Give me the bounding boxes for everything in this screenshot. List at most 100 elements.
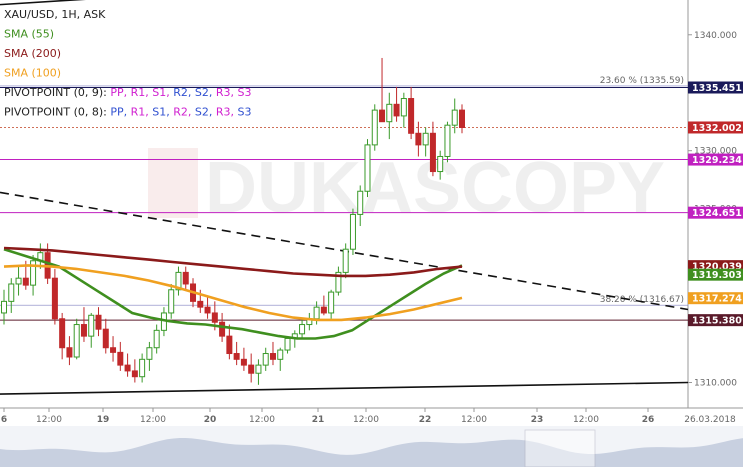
- watermark-logo: [148, 148, 198, 218]
- pivot-row: PIVOTPOINT (0, 9): PP, R1, S1, R2, S2, R…: [4, 86, 251, 99]
- candle-body: [255, 364, 262, 374]
- pivot-item: S3: [238, 106, 252, 119]
- candle-body: [459, 109, 465, 129]
- pivot-item: S3: [238, 86, 252, 99]
- x-tick-label: 21: [312, 415, 325, 425]
- pivot-item: S1,: [152, 106, 173, 119]
- x-tick-label: 26: [642, 415, 655, 425]
- sma200-line: [3, 246, 463, 278]
- candle-body: [444, 124, 451, 157]
- x-tick-label: 12:00: [140, 415, 166, 425]
- price-badge-label: 1315.380: [692, 316, 742, 327]
- x-axis: 6 12:00 19 12:00 20 12:00 21 12:00 22 12:00 23 12:0…: [1, 408, 736, 425]
- candle-body: [8, 283, 15, 302]
- candle-body: [226, 335, 233, 355]
- pivot-row: PIVOTPOINT (0, 8): PP, R1, S1, R2, S2, R…: [4, 106, 251, 119]
- pivot-prefix: PIVOTPOINT (0, 8):: [4, 106, 110, 119]
- candle-body: [197, 300, 204, 308]
- candle-body: [400, 98, 407, 117]
- pivot-item: R3,: [216, 86, 238, 99]
- candle-body: [277, 349, 284, 360]
- x-tick-label: 12:00: [573, 415, 599, 425]
- candle-body: [386, 103, 393, 123]
- candle-body: [15, 277, 22, 285]
- candle-body: [139, 358, 146, 378]
- candle-body: [59, 318, 66, 349]
- price-badge-label: 1324.651: [692, 208, 742, 219]
- chart-container: DUKASCOPY 23.60 % (1335.59) 38.20 % (1316…: [0, 0, 743, 467]
- y-tick-label: 1310.000: [694, 379, 737, 389]
- candle-body: [342, 248, 349, 273]
- pivot-item: R2,: [173, 86, 195, 99]
- candle-body: [422, 132, 429, 146]
- candle-body: [240, 358, 247, 366]
- candle-body: [73, 324, 80, 358]
- indicator-label: SMA (100): [4, 67, 61, 80]
- pivot-item: R1,: [131, 106, 153, 119]
- legend: XAU/USD, 1H, ASK SMA (55) SMA (200) SMA (10…: [4, 8, 251, 119]
- candle-body: [262, 353, 269, 366]
- pivot-item: PP,: [110, 86, 130, 99]
- candle-body: [299, 324, 306, 335]
- candle-body: [451, 109, 458, 126]
- x-tick-label: 26.03.2018: [684, 415, 736, 425]
- candle-body: [204, 306, 211, 314]
- candle-body: [117, 351, 124, 366]
- candle-body: [349, 213, 356, 250]
- x-tick-label: 12:00: [249, 415, 275, 425]
- x-tick-label: 19: [97, 415, 110, 425]
- candle-body: [146, 347, 153, 360]
- candle-body: [66, 347, 73, 358]
- navigator-window: [524, 429, 596, 467]
- pivot-item: R2,: [173, 106, 195, 119]
- candle-body: [371, 109, 378, 146]
- candle-body: [211, 312, 218, 323]
- pivot-item: S1,: [152, 86, 173, 99]
- pivot-item: R3,: [216, 106, 238, 119]
- pivot-item: R1,: [131, 86, 153, 99]
- pivot-prefix: PIVOTPOINT (0, 9):: [4, 86, 110, 99]
- candle-body: [233, 353, 240, 360]
- x-tick-label: 12:00: [36, 415, 62, 425]
- candle-body: [153, 329, 160, 349]
- price-chart[interactable]: DUKASCOPY 23.60 % (1335.59)38.20 % (1316…: [0, 0, 743, 467]
- candle-body: [364, 144, 371, 192]
- candle-body: [328, 291, 335, 314]
- candle-body: [95, 314, 102, 330]
- candle-body: [22, 277, 29, 286]
- x-tick-label: 12:00: [353, 415, 379, 425]
- price-badge-label: 1317.274: [692, 294, 742, 305]
- candle-body: [408, 98, 415, 134]
- candle-body: [131, 370, 138, 378]
- candle-body: [320, 306, 327, 314]
- indicator-label: SMA (55): [4, 28, 54, 41]
- candle-body: [80, 324, 87, 337]
- price-badge-label: 1319.303: [692, 270, 742, 281]
- top-trendline: [0, 0, 87, 6]
- candle-body: [124, 364, 131, 372]
- pivot-item: PP,: [110, 106, 130, 119]
- price-badge-label: 1335.451: [692, 83, 742, 94]
- pivot-item: S2,: [195, 106, 216, 119]
- navigator-strip[interactable]: [0, 426, 743, 467]
- candle-body: [313, 306, 320, 320]
- candle-body: [415, 132, 422, 146]
- candle-body: [393, 103, 400, 117]
- chart-title: XAU/USD, 1H, ASK: [4, 8, 106, 21]
- candle-body: [284, 337, 291, 351]
- y-tick-label: 1340.000: [694, 31, 737, 41]
- watermark-mark: [148, 148, 198, 218]
- candle-body: [182, 271, 189, 285]
- candle-body: [168, 289, 175, 314]
- x-tick-label: 20: [204, 415, 217, 425]
- candle-body: [269, 353, 276, 360]
- sma55-line: [3, 247, 463, 340]
- candle-body: [379, 109, 386, 123]
- candle-body: [102, 328, 109, 349]
- candle-body: [357, 190, 364, 215]
- x-tick-label: 23: [531, 415, 544, 425]
- candle-body: [248, 364, 255, 374]
- candle-body: [110, 347, 117, 353]
- pivot-item: S2,: [195, 86, 216, 99]
- fib-label: 23.60 % (1335.59): [600, 76, 684, 86]
